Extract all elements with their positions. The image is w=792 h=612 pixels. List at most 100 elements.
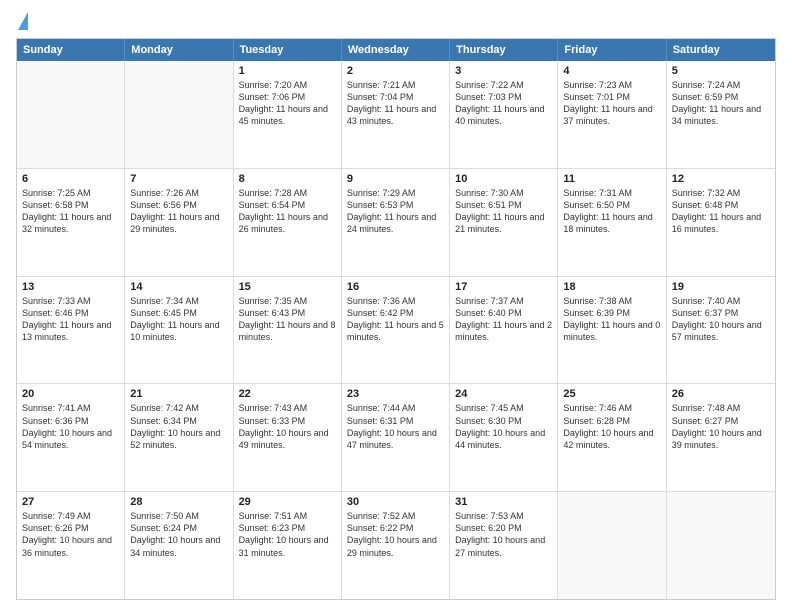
- day-number: 16: [347, 281, 444, 293]
- page: SundayMondayTuesdayWednesdayThursdayFrid…: [0, 0, 792, 612]
- cell-info: Sunset: 6:22 PM: [347, 522, 444, 534]
- calendar-week-4: 20Sunrise: 7:41 AMSunset: 6:36 PMDayligh…: [17, 383, 775, 491]
- cell-info: Daylight: 10 hours and 27 minutes.: [455, 534, 552, 558]
- calendar-cell: 7Sunrise: 7:26 AMSunset: 6:56 PMDaylight…: [125, 169, 233, 276]
- header-day-tuesday: Tuesday: [234, 39, 342, 61]
- cell-info: Sunset: 6:24 PM: [130, 522, 227, 534]
- calendar-cell: [125, 61, 233, 168]
- cell-info: Daylight: 11 hours and 13 minutes.: [22, 319, 119, 343]
- day-number: 19: [672, 281, 770, 293]
- cell-info: Sunrise: 7:48 AM: [672, 402, 770, 414]
- cell-info: Sunset: 6:59 PM: [672, 91, 770, 103]
- day-number: 6: [22, 173, 119, 185]
- cell-info: Sunrise: 7:44 AM: [347, 402, 444, 414]
- day-number: 12: [672, 173, 770, 185]
- cell-info: Daylight: 10 hours and 49 minutes.: [239, 427, 336, 451]
- cell-info: Sunrise: 7:24 AM: [672, 79, 770, 91]
- cell-info: Sunset: 6:20 PM: [455, 522, 552, 534]
- cell-info: Sunset: 6:23 PM: [239, 522, 336, 534]
- calendar-header: SundayMondayTuesdayWednesdayThursdayFrid…: [17, 39, 775, 61]
- calendar-cell: 5Sunrise: 7:24 AMSunset: 6:59 PMDaylight…: [667, 61, 775, 168]
- calendar-cell: [558, 492, 666, 599]
- header-day-friday: Friday: [558, 39, 666, 61]
- cell-info: Daylight: 11 hours and 29 minutes.: [130, 211, 227, 235]
- day-number: 14: [130, 281, 227, 293]
- calendar-cell: 3Sunrise: 7:22 AMSunset: 7:03 PMDaylight…: [450, 61, 558, 168]
- day-number: 21: [130, 388, 227, 400]
- calendar-cell: 13Sunrise: 7:33 AMSunset: 6:46 PMDayligh…: [17, 277, 125, 384]
- calendar-cell: 2Sunrise: 7:21 AMSunset: 7:04 PMDaylight…: [342, 61, 450, 168]
- header-day-sunday: Sunday: [17, 39, 125, 61]
- day-number: 1: [239, 65, 336, 77]
- day-number: 31: [455, 496, 552, 508]
- calendar-cell: 18Sunrise: 7:38 AMSunset: 6:39 PMDayligh…: [558, 277, 666, 384]
- cell-info: Daylight: 10 hours and 52 minutes.: [130, 427, 227, 451]
- calendar-cell: 24Sunrise: 7:45 AMSunset: 6:30 PMDayligh…: [450, 384, 558, 491]
- header-day-monday: Monday: [125, 39, 233, 61]
- day-number: 4: [563, 65, 660, 77]
- cell-info: Sunset: 6:51 PM: [455, 199, 552, 211]
- cell-info: Daylight: 11 hours and 5 minutes.: [347, 319, 444, 343]
- cell-info: Daylight: 10 hours and 36 minutes.: [22, 534, 119, 558]
- calendar-cell: 25Sunrise: 7:46 AMSunset: 6:28 PMDayligh…: [558, 384, 666, 491]
- calendar-cell: 17Sunrise: 7:37 AMSunset: 6:40 PMDayligh…: [450, 277, 558, 384]
- cell-info: Sunset: 6:56 PM: [130, 199, 227, 211]
- cell-info: Sunrise: 7:35 AM: [239, 295, 336, 307]
- day-number: 30: [347, 496, 444, 508]
- cell-info: Sunrise: 7:52 AM: [347, 510, 444, 522]
- cell-info: Daylight: 11 hours and 21 minutes.: [455, 211, 552, 235]
- cell-info: Sunset: 6:45 PM: [130, 307, 227, 319]
- cell-info: Sunset: 6:43 PM: [239, 307, 336, 319]
- cell-info: Daylight: 10 hours and 54 minutes.: [22, 427, 119, 451]
- cell-info: Sunset: 7:03 PM: [455, 91, 552, 103]
- cell-info: Sunrise: 7:30 AM: [455, 187, 552, 199]
- cell-info: Sunset: 6:54 PM: [239, 199, 336, 211]
- cell-info: Sunrise: 7:43 AM: [239, 402, 336, 414]
- cell-info: Sunrise: 7:21 AM: [347, 79, 444, 91]
- cell-info: Daylight: 11 hours and 32 minutes.: [22, 211, 119, 235]
- day-number: 11: [563, 173, 660, 185]
- cell-info: Sunset: 6:30 PM: [455, 415, 552, 427]
- header: [16, 12, 776, 30]
- cell-info: Sunrise: 7:53 AM: [455, 510, 552, 522]
- cell-info: Sunset: 6:50 PM: [563, 199, 660, 211]
- cell-info: Sunrise: 7:31 AM: [563, 187, 660, 199]
- cell-info: Daylight: 11 hours and 37 minutes.: [563, 103, 660, 127]
- cell-info: Daylight: 11 hours and 0 minutes.: [563, 319, 660, 343]
- cell-info: Sunrise: 7:32 AM: [672, 187, 770, 199]
- cell-info: Sunset: 6:46 PM: [22, 307, 119, 319]
- day-number: 8: [239, 173, 336, 185]
- cell-info: Sunrise: 7:37 AM: [455, 295, 552, 307]
- cell-info: Daylight: 11 hours and 2 minutes.: [455, 319, 552, 343]
- cell-info: Sunrise: 7:28 AM: [239, 187, 336, 199]
- cell-info: Sunset: 6:37 PM: [672, 307, 770, 319]
- cell-info: Sunrise: 7:38 AM: [563, 295, 660, 307]
- calendar-cell: 14Sunrise: 7:34 AMSunset: 6:45 PMDayligh…: [125, 277, 233, 384]
- cell-info: Sunset: 6:34 PM: [130, 415, 227, 427]
- calendar-cell: 20Sunrise: 7:41 AMSunset: 6:36 PMDayligh…: [17, 384, 125, 491]
- cell-info: Sunset: 6:27 PM: [672, 415, 770, 427]
- logo-triangle-icon: [18, 12, 28, 30]
- cell-info: Sunset: 6:31 PM: [347, 415, 444, 427]
- logo-line1: [16, 12, 28, 30]
- day-number: 5: [672, 65, 770, 77]
- cell-info: Sunrise: 7:36 AM: [347, 295, 444, 307]
- day-number: 26: [672, 388, 770, 400]
- calendar-cell: 23Sunrise: 7:44 AMSunset: 6:31 PMDayligh…: [342, 384, 450, 491]
- cell-info: Sunrise: 7:42 AM: [130, 402, 227, 414]
- calendar-cell: 28Sunrise: 7:50 AMSunset: 6:24 PMDayligh…: [125, 492, 233, 599]
- cell-info: Sunrise: 7:33 AM: [22, 295, 119, 307]
- cell-info: Daylight: 11 hours and 10 minutes.: [130, 319, 227, 343]
- calendar-cell: 4Sunrise: 7:23 AMSunset: 7:01 PMDaylight…: [558, 61, 666, 168]
- cell-info: Sunrise: 7:41 AM: [22, 402, 119, 414]
- calendar-cell: 6Sunrise: 7:25 AMSunset: 6:58 PMDaylight…: [17, 169, 125, 276]
- cell-info: Sunset: 6:39 PM: [563, 307, 660, 319]
- cell-info: Daylight: 10 hours and 34 minutes.: [130, 534, 227, 558]
- calendar-cell: 8Sunrise: 7:28 AMSunset: 6:54 PMDaylight…: [234, 169, 342, 276]
- cell-info: Sunset: 6:33 PM: [239, 415, 336, 427]
- cell-info: Sunrise: 7:50 AM: [130, 510, 227, 522]
- cell-info: Daylight: 11 hours and 8 minutes.: [239, 319, 336, 343]
- calendar-cell: [667, 492, 775, 599]
- calendar-cell: 30Sunrise: 7:52 AMSunset: 6:22 PMDayligh…: [342, 492, 450, 599]
- header-day-wednesday: Wednesday: [342, 39, 450, 61]
